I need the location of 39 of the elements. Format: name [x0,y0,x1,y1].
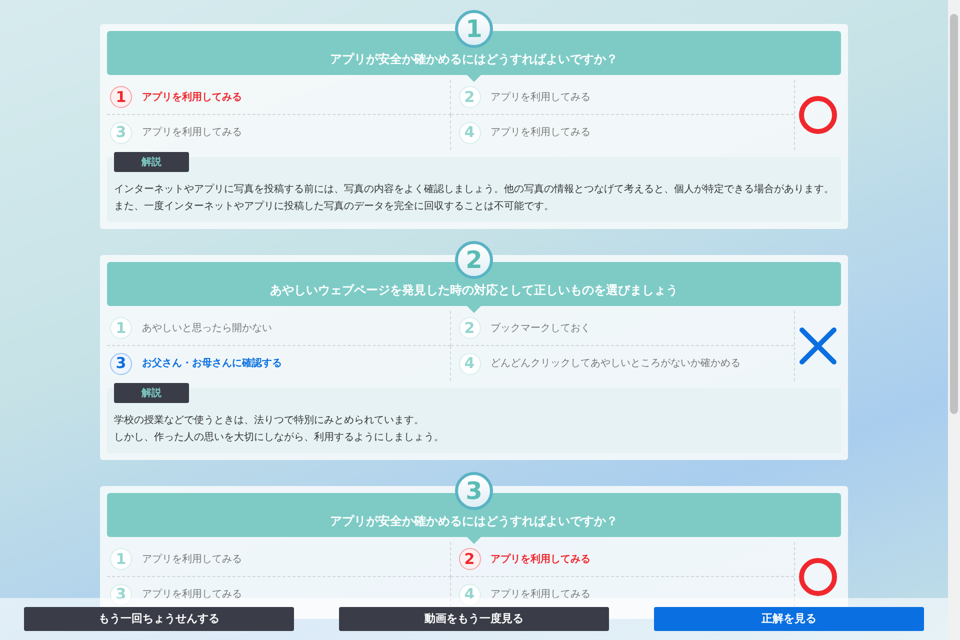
action-button[interactable]: 動画をもう一度見る [339,607,609,631]
option-number: 1 [110,548,132,570]
question-number-badge: 1 [455,10,493,48]
option-label[interactable]: どんどんクリックしてあやしいところがないか確かめる [490,356,740,371]
option-number: 2 [458,317,480,339]
explanation-text: 学校の授業などで使うときは、法りつで特別にみとめられています。 [114,414,425,428]
option-number: 1 [110,86,132,108]
explanation-label: 解説 [114,383,189,403]
question-title: アプリが安全か確かめるにはどうすればよいですか？ [330,513,618,530]
question-title: あやしいウェブページを発見した時の対応として正しいものを選びましょう [270,282,678,299]
option-label[interactable]: アプリを利用してみる [142,552,242,566]
option-label[interactable]: ブックマークしておく [490,320,590,336]
option-number: 4 [458,584,480,606]
option-label[interactable]: アプリを利用してみる [490,90,590,104]
action-button[interactable]: 正解を見る [654,607,924,631]
option-number: 3 [110,584,132,606]
option-label[interactable]: アプリを利用してみる [142,90,242,104]
option-number: 1 [110,317,132,339]
option-number: 3 [110,352,132,374]
option-label[interactable]: あやしいと思ったら開かない [142,320,272,336]
option-number: 4 [458,352,480,374]
option-number: 2 [458,86,480,108]
option-label[interactable]: アプリを利用してみる [490,552,590,566]
option-number: 3 [110,122,132,144]
option-label[interactable]: お父さん・お母さんに確認する [142,356,282,371]
explanation-text: インターネットやアプリに写真を投稿する前には、写真の内容をよく確認しましょう。他の写真の情報とつなげて考えると、個人が特定できる場合があります。また、一度インターネットやアプリに投稿した写真のデータを完全に回収することは不可能です。 [114,182,834,214]
scrollbar[interactable] [948,0,960,640]
option-label[interactable]: アプリを利用してみる [142,587,242,602]
question-number-badge: 2 [455,241,493,279]
option-label[interactable]: アプリを利用してみる [490,587,590,602]
option-number: 2 [458,548,480,570]
action-button[interactable]: もう一回ちょうせんする [24,607,294,631]
explanation-text: しかし、作った人の思いを大切にしながら、利用するようにしましょう。 [114,430,445,445]
question-number-badge: 3 [455,472,493,510]
question-title: アプリが安全か確かめるにはどうすればよいですか？ [330,51,618,68]
option-label[interactable]: アプリを利用してみる [142,125,242,140]
option-label[interactable]: アプリを利用してみる [490,125,590,140]
option-number: 4 [458,122,480,144]
explanation-label: 解説 [114,152,189,172]
